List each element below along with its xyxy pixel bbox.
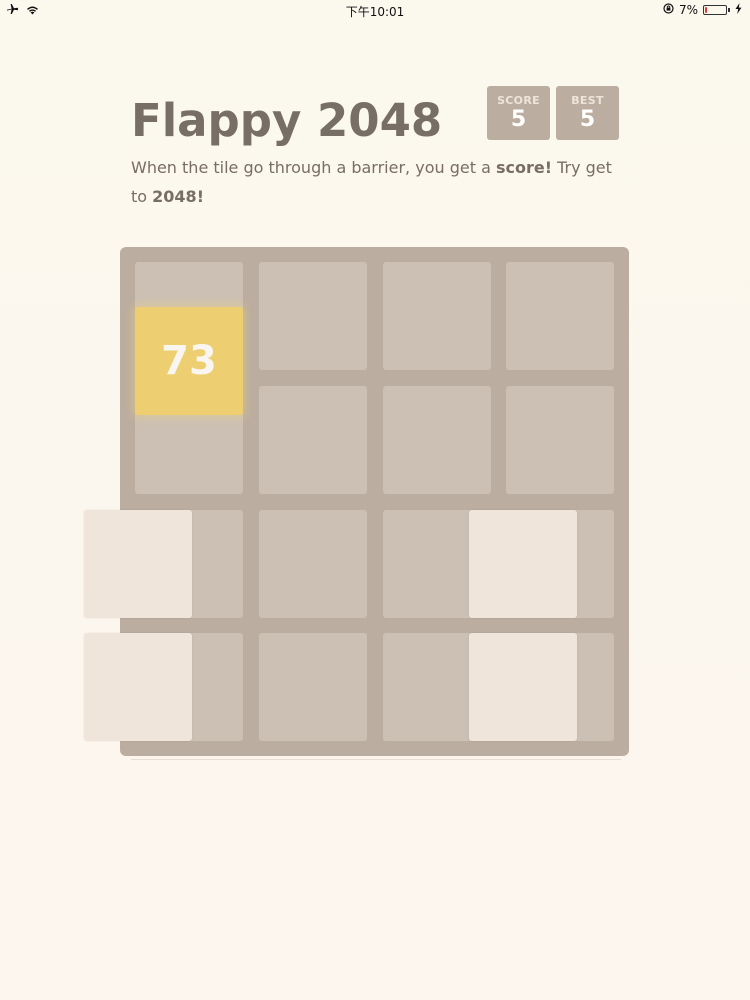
score-box: SCORE 5 — [487, 86, 550, 140]
battery-icon — [703, 5, 730, 15]
grid-cell — [383, 386, 491, 494]
barrier-block-left-upper — [84, 510, 192, 618]
best-score-box: BEST 5 — [556, 86, 619, 140]
barrier-block-right-lower — [469, 633, 577, 741]
game-board[interactable]: 73 — [84, 247, 629, 756]
grid-cell — [506, 262, 614, 370]
intro-text-1: When the tile go through a barrier, you … — [131, 158, 496, 177]
status-right: 7% — [663, 3, 742, 17]
best-value: 5 — [579, 107, 596, 132]
intro-bold-score: score! — [495, 158, 552, 177]
score-label: SCORE — [497, 94, 540, 107]
grid-cell — [259, 386, 367, 494]
battery-percent: 7% — [678, 3, 698, 17]
best-label: BEST — [571, 94, 604, 107]
orientation-lock-icon — [663, 3, 674, 17]
game-intro: When the tile go through a barrier, you … — [131, 153, 621, 211]
grid-cell — [259, 633, 367, 741]
status-time: 下午10:01 — [345, 5, 405, 19]
grid-cell — [383, 262, 491, 370]
grid-cell — [506, 386, 614, 494]
intro-bold-goal: 2048! — [152, 187, 204, 206]
player-tile: 73 — [135, 307, 243, 415]
score-value: 5 — [510, 107, 527, 132]
grid-cell — [259, 510, 367, 618]
game-page: 下午10:01 7% Flappy 2048 SCORE 5 BEST 5 Wh… — [0, 0, 750, 1000]
charging-bolt-icon — [735, 3, 742, 17]
game-title: Flappy 2048 — [131, 94, 443, 147]
barrier-block-left-lower — [84, 633, 192, 741]
board-divider — [131, 759, 621, 760]
barrier-block-right-upper — [469, 510, 577, 618]
grid-cell — [259, 262, 367, 370]
status-bar: 下午10:01 7% — [0, 0, 750, 22]
